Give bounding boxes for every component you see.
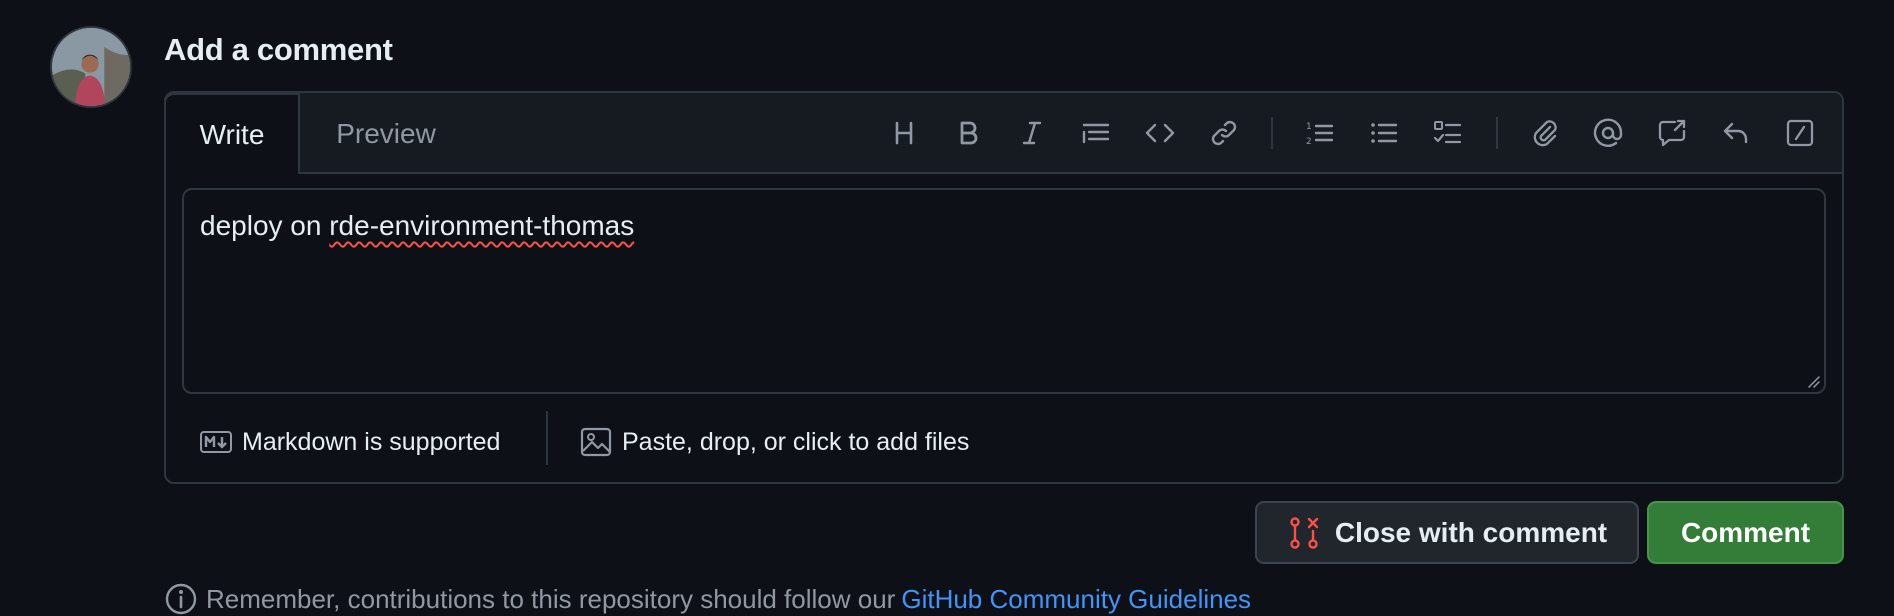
tab-preview[interactable]: Preview (300, 93, 472, 174)
add-files-button[interactable]: Paste, drop, or click to add files (580, 423, 969, 461)
unordered-list-icon (1371, 123, 1398, 143)
comment-box: Write Preview 12 deploy on rde-environme… (164, 91, 1844, 484)
toolbar-divider (1496, 117, 1498, 149)
bold-button[interactable] (946, 111, 990, 155)
svg-text:2: 2 (1306, 137, 1312, 147)
link-button[interactable] (1202, 111, 1246, 155)
misspelled-word: rde-environment-thomas (329, 210, 635, 241)
community-guidelines-link[interactable]: GitHub Community Guidelines (901, 584, 1251, 615)
ordered-list-button[interactable]: 12 (1298, 111, 1342, 155)
page-title: Add a comment (164, 32, 393, 67)
bold-icon (960, 121, 978, 145)
comment-button[interactable]: Comment (1647, 501, 1844, 564)
mention-button[interactable] (1586, 111, 1630, 155)
cross-reference-button[interactable] (1650, 111, 1694, 155)
comment-text-prefix: deploy on (200, 210, 330, 241)
image-icon (580, 427, 612, 457)
ordered-list-icon: 12 (1306, 122, 1334, 147)
info-icon (165, 583, 197, 615)
issue-closed-icon (1290, 516, 1319, 549)
cross-reference-icon (1658, 119, 1686, 147)
attach-button[interactable] (1522, 111, 1566, 155)
comment-text: deploy on rde-environment-thomas (200, 210, 634, 242)
markdown-label: Markdown is supported (242, 427, 501, 456)
unordered-list-button[interactable] (1362, 111, 1406, 155)
comment-toolbar-header: Write Preview 12 (164, 93, 1842, 174)
reply-icon (1723, 122, 1748, 144)
notice-text: Remember, contributions to this reposito… (206, 583, 896, 614)
task-list-button[interactable] (1426, 111, 1470, 155)
mention-icon (1593, 118, 1623, 147)
add-files-label: Paste, drop, or click to add files (622, 427, 970, 456)
tab-write[interactable]: Write (164, 93, 300, 174)
comment-textarea[interactable]: deploy on rde-environment-thomas (182, 188, 1826, 394)
toolbar-divider (1271, 117, 1273, 149)
link-icon (1211, 120, 1237, 146)
community-guidelines-notice: Remember, contributions to this reposito… (164, 582, 1251, 616)
heading-button[interactable] (882, 111, 926, 155)
markdown-supported-link[interactable]: Markdown is supported (200, 423, 500, 461)
resize-handle-icon[interactable] (1806, 374, 1820, 388)
markdown-icon (200, 431, 232, 453)
close-with-comment-label: Close with comment (1334, 516, 1608, 548)
quote-icon (1082, 123, 1110, 144)
code-button[interactable] (1138, 111, 1182, 155)
avatar-image (52, 28, 130, 106)
heading-icon (895, 121, 913, 145)
italic-icon (1022, 121, 1042, 145)
quote-button[interactable] (1074, 111, 1118, 155)
svg-text:1: 1 (1306, 122, 1312, 132)
avatar[interactable] (50, 26, 132, 108)
task-list-icon (1433, 121, 1462, 144)
slash-command-button[interactable] (1778, 111, 1822, 155)
attach-icon (1533, 120, 1557, 147)
footer-divider (546, 411, 548, 465)
close-with-comment-button[interactable]: Close with comment (1255, 501, 1639, 564)
slash-command-icon (1786, 119, 1814, 147)
italic-button[interactable] (1010, 111, 1054, 155)
reply-button[interactable] (1714, 111, 1758, 155)
code-icon (1145, 123, 1175, 143)
